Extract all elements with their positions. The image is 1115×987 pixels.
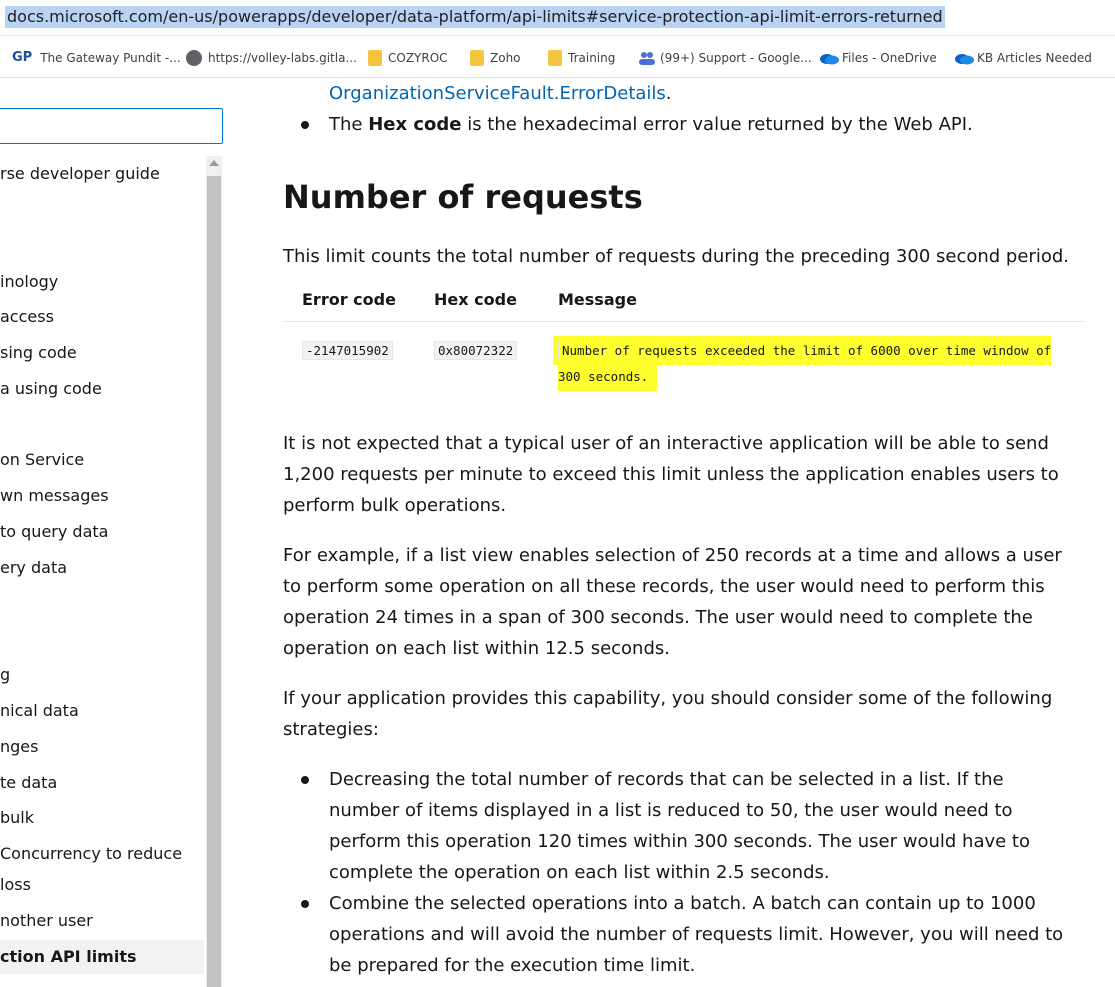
nav-item[interactable]: nother user xyxy=(0,909,93,933)
nav-item[interactable]: nges xyxy=(0,735,38,759)
bookmark-kb-articles[interactable]: KB Articles Needed xyxy=(953,48,1092,68)
nav-item[interactable]: access xyxy=(0,305,54,329)
nav-item[interactable]: sing code xyxy=(0,341,77,365)
folder-icon xyxy=(548,50,562,66)
folder-icon xyxy=(368,50,382,66)
section-heading: Number of requests xyxy=(283,178,643,216)
bullet-item: Decreasing the total number of records t… xyxy=(301,764,1079,888)
nav-scrollbar-thumb[interactable] xyxy=(207,176,221,987)
nav-item[interactable]: ery data xyxy=(0,556,67,580)
address-bar[interactable]: docs.microsoft.com/en-us/powerapps/devel… xyxy=(0,0,1115,36)
folder-icon xyxy=(470,50,484,66)
highlighted-message: Number of requests exceeded the limit of… xyxy=(558,341,1052,386)
nav-item-selected[interactable]: ction API limits xyxy=(0,940,204,974)
bullet-dot xyxy=(301,121,309,129)
nav-item[interactable]: on Service xyxy=(0,448,84,472)
text: Combine the selected operations into a b… xyxy=(329,893,1064,976)
nav-item[interactable]: bulk xyxy=(0,806,34,830)
paragraph: For example, if a list view enables sele… xyxy=(283,545,1062,659)
column-header: Hex code xyxy=(415,278,539,322)
text: Decreasing the total number of records t… xyxy=(329,769,1030,883)
left-nav: rse developer guide inology access sing … xyxy=(0,78,230,987)
nav-item[interactable]: wn messages xyxy=(0,484,109,508)
nav-item[interactable]: to query data xyxy=(0,520,108,544)
gp-logo-icon: GP xyxy=(12,50,33,65)
bookmark-files-onedrive[interactable]: Files - OneDrive xyxy=(818,48,937,68)
table-header-row: Error code Hex code Message xyxy=(283,278,1085,322)
bookmarks-bar: GP The Gateway Pundit -... https://volle… xyxy=(0,37,1115,78)
bookmark-label: (99+) Support - Google... xyxy=(660,51,812,65)
nav-item[interactable]: te data xyxy=(0,771,57,795)
nav-item[interactable]: g xyxy=(0,663,10,687)
bookmark-label: Zoho xyxy=(490,51,521,65)
bookmark-label: Training xyxy=(568,51,616,65)
filter-input[interactable] xyxy=(0,108,223,144)
bookmark-gateway-pundit[interactable]: GP The Gateway Pundit -... xyxy=(12,48,181,68)
text: is the hexadecimal error value returned … xyxy=(461,114,973,135)
intro-paragraph: This limit counts the total number of re… xyxy=(283,246,1069,267)
bookmark-google-support[interactable]: (99+) Support - Google... xyxy=(638,48,812,68)
google-groups-icon xyxy=(638,50,655,66)
nav-item[interactable]: nical data xyxy=(0,699,79,723)
column-header: Error code xyxy=(283,278,415,322)
punctuation: . xyxy=(665,83,672,104)
globe-icon xyxy=(186,50,202,66)
bookmark-cozyroc[interactable]: COZYROC xyxy=(368,48,448,68)
error-table: Error code Hex code Message -2147015902 … xyxy=(283,278,1085,406)
paragraph: It is not expected that a typical user o… xyxy=(283,433,1059,516)
bookmark-label: KB Articles Needed xyxy=(977,51,1092,65)
hex-code-cell: 0x80072322 xyxy=(415,322,539,407)
url-text[interactable]: docs.microsoft.com/en-us/powerapps/devel… xyxy=(5,6,945,28)
error-details-link[interactable]: OrganizationServiceFault.ErrorDetails xyxy=(329,83,666,104)
nav-item[interactable]: rse developer guide xyxy=(0,162,160,186)
bold-term: Hex code xyxy=(368,114,462,135)
bookmark-label: https://volley-labs.gitla... xyxy=(208,51,357,65)
text: The xyxy=(329,114,369,135)
bookmark-training[interactable]: Training xyxy=(548,48,615,68)
nav-item[interactable]: inology xyxy=(0,270,58,294)
scroll-up-arrow-icon[interactable] xyxy=(209,160,219,166)
onedrive-icon xyxy=(953,50,974,66)
bookmark-label: COZYROC xyxy=(388,51,448,65)
table-row: -2147015902 0x80072322 Number of request… xyxy=(283,322,1085,407)
bookmark-zoho[interactable]: Zoho xyxy=(470,48,521,68)
bullet-dot xyxy=(301,900,309,908)
column-header: Message xyxy=(539,278,1085,322)
bookmark-label: The Gateway Pundit -... xyxy=(40,51,181,65)
error-code-cell: -2147015902 xyxy=(283,322,415,407)
bookmark-label: Files - OneDrive xyxy=(842,51,937,65)
paragraph: If your application provides this capabi… xyxy=(283,688,1053,740)
error-code: -2147015902 xyxy=(302,341,393,360)
bullet-dot xyxy=(301,776,309,784)
bullet-item: Combine the selected operations into a b… xyxy=(301,888,1079,981)
bullet-item: OrganizationServiceFault.ErrorDetails. xyxy=(329,78,672,109)
message-cell: Number of requests exceeded the limit of… xyxy=(539,322,1085,407)
bullet-item: The Hex code is the hexadecimal error va… xyxy=(301,109,973,140)
nav-item[interactable]: loss xyxy=(0,873,31,897)
nav-item[interactable]: Concurrency to reduce xyxy=(0,842,182,866)
onedrive-icon xyxy=(818,50,839,66)
bookmark-volley-labs[interactable]: https://volley-labs.gitla... xyxy=(186,48,357,68)
nav-item[interactable]: a using code xyxy=(0,377,102,401)
hex-code: 0x80072322 xyxy=(434,341,518,360)
